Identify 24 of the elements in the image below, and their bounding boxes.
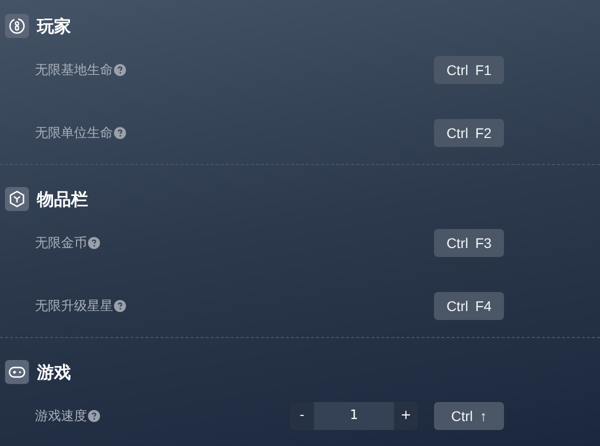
option-label: 游戏速度 (35, 408, 87, 424)
decrease-button[interactable]: - (290, 402, 314, 430)
help-icon[interactable] (88, 410, 100, 422)
help-icon[interactable] (114, 300, 126, 312)
person-icon (5, 14, 29, 38)
option-label: 无限升级星星 (35, 298, 113, 314)
value-field[interactable]: 1 (314, 402, 394, 430)
section-title: 游戏 (37, 362, 71, 384)
increase-button[interactable]: + (394, 402, 418, 430)
option-label: 无限单位生命 (35, 124, 113, 142)
hotkey-button[interactable]: Ctrl F3 (434, 228, 504, 256)
hotkey-button[interactable]: Ctrl F1 (434, 56, 504, 84)
help-icon[interactable] (114, 64, 126, 76)
gamepad-icon (5, 360, 29, 384)
option-label: 无限金币 (35, 234, 87, 252)
hotkey-button[interactable]: Ctrl F2 (434, 118, 504, 146)
help-icon[interactable] (114, 126, 126, 138)
help-icon[interactable] (88, 236, 100, 248)
section-title: 玩家 (37, 16, 71, 38)
hotkey-button[interactable]: Ctrl ↑ (434, 402, 504, 430)
option-label: 无限基地生命 (35, 62, 113, 78)
section-title: 物品栏 (37, 188, 88, 210)
cube-icon (5, 187, 29, 211)
hotkey-button[interactable]: Ctrl F4 (434, 292, 504, 320)
